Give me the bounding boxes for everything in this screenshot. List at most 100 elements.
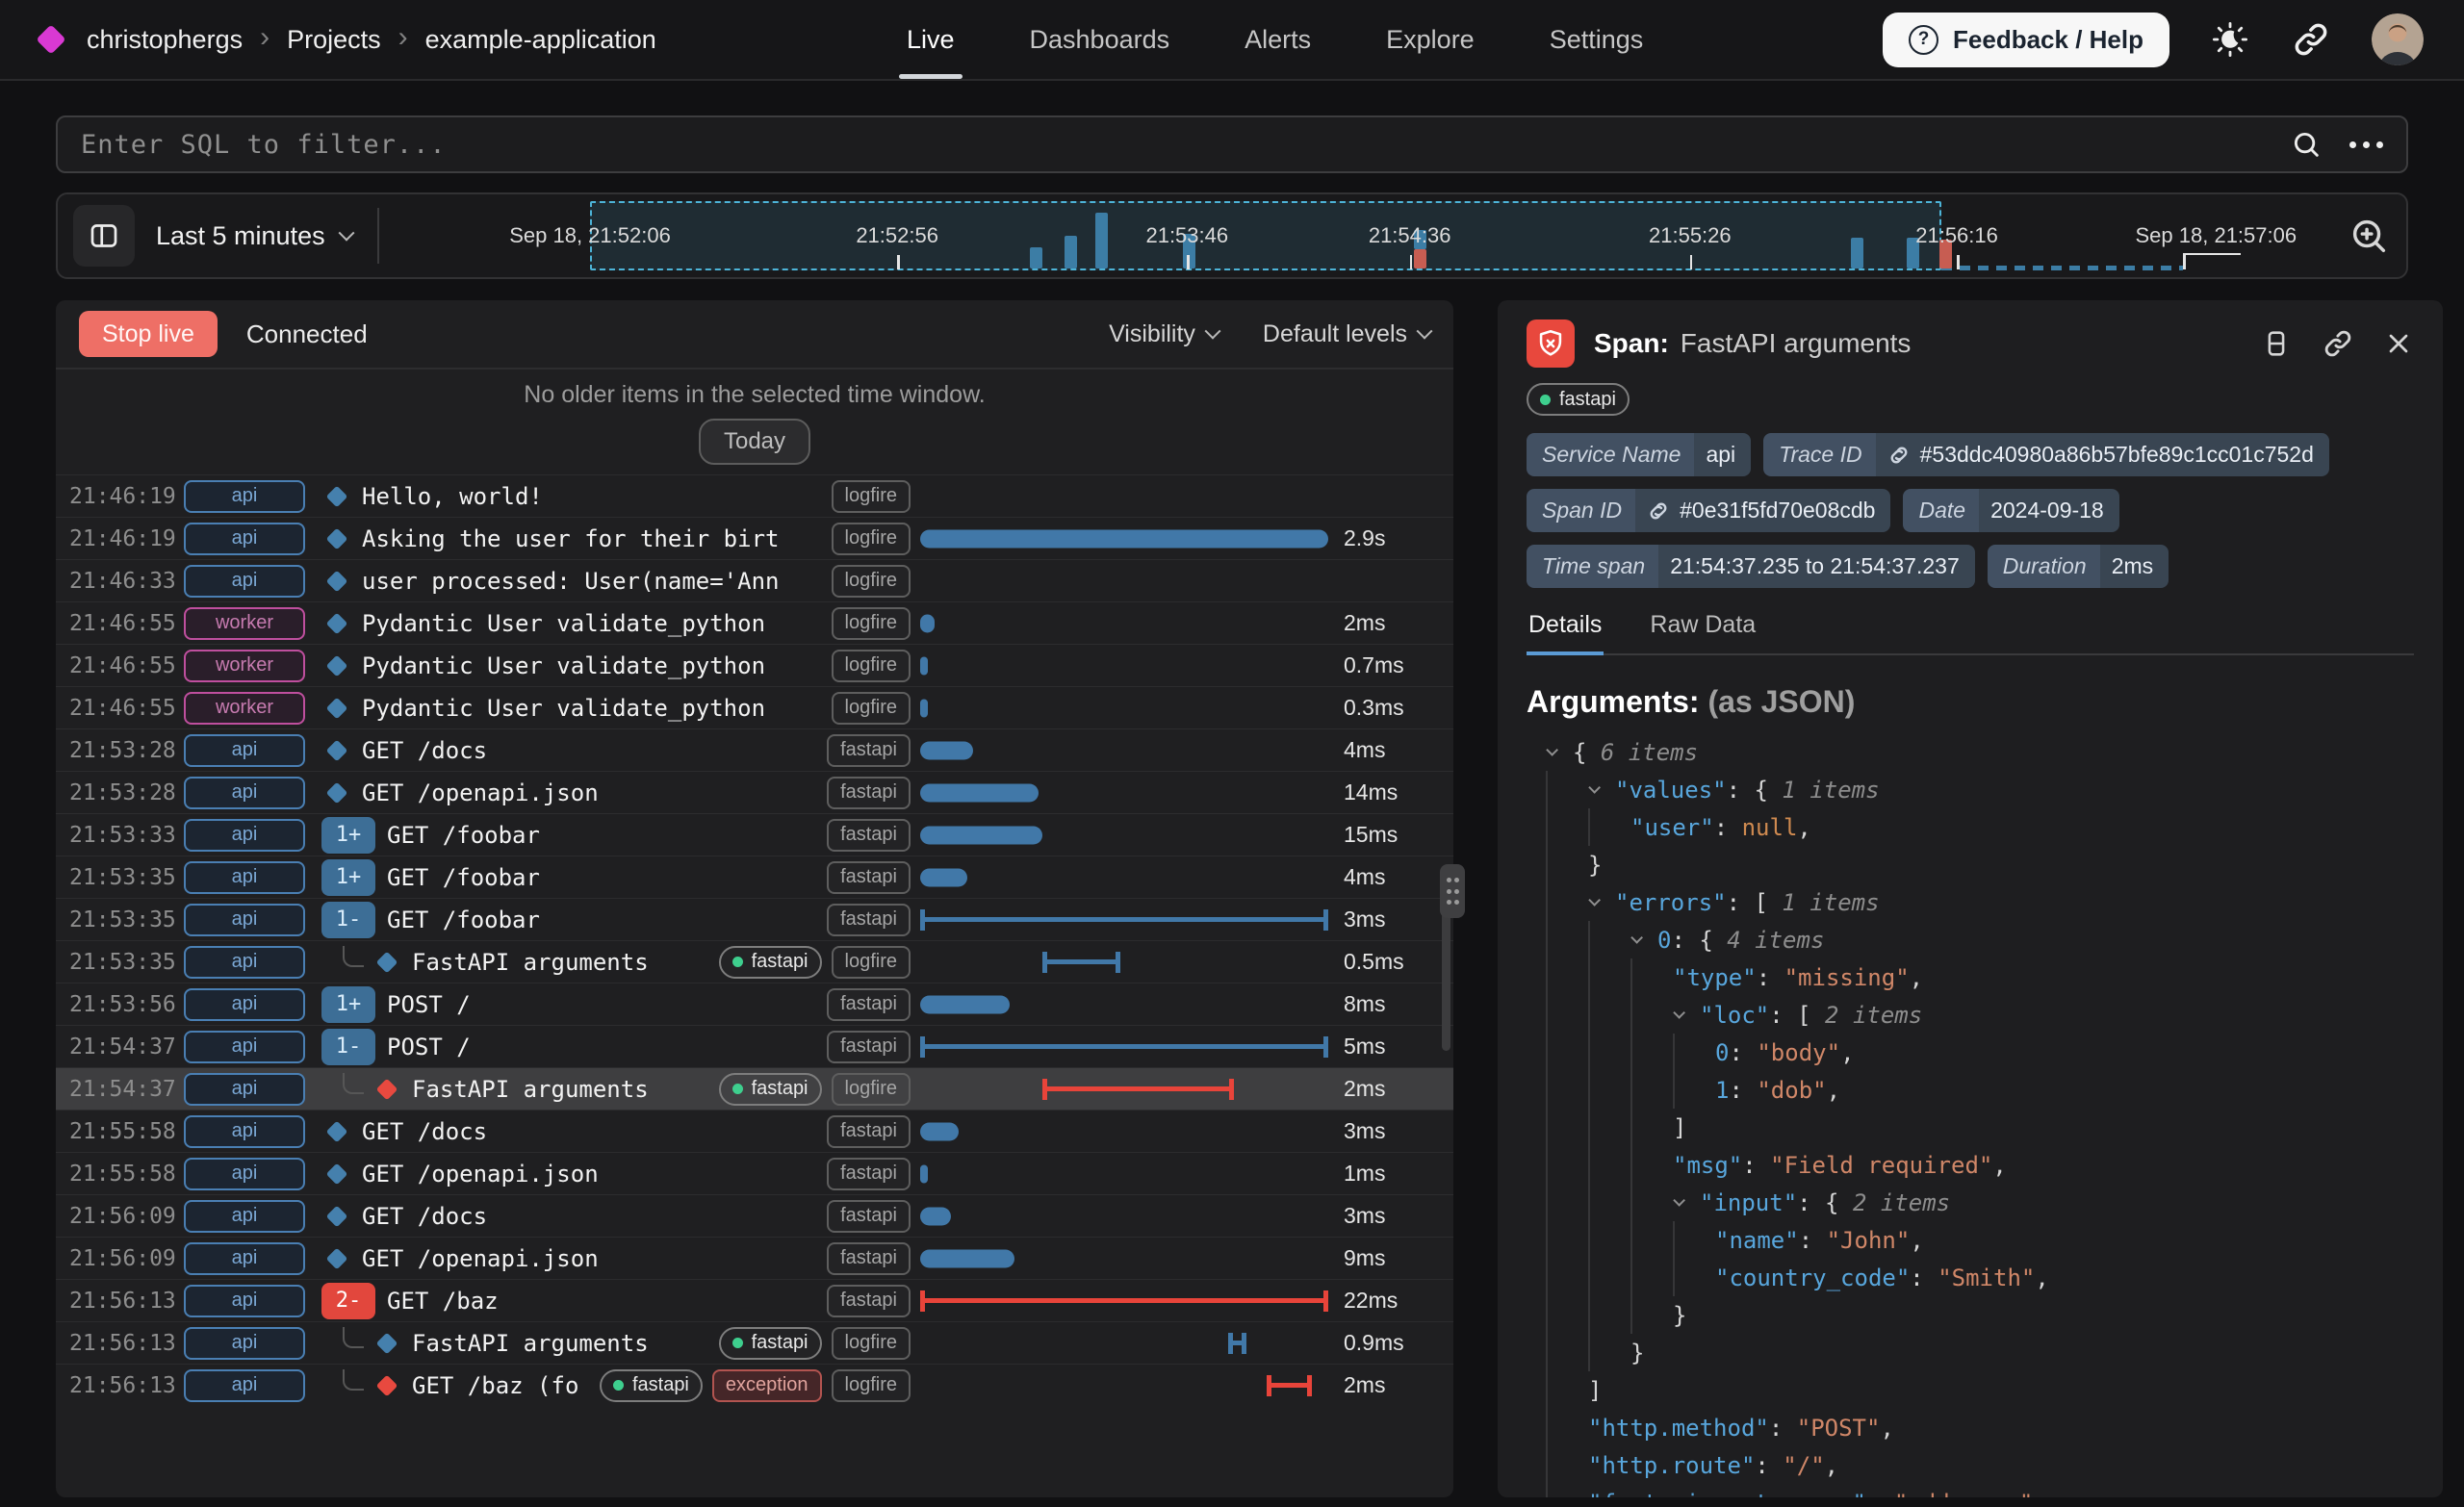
trace-row[interactable]: 21:53:56api1+POST /fastapi8ms	[56, 983, 1453, 1025]
theme-toggle-icon[interactable]	[2210, 19, 2250, 60]
trace-row[interactable]: 21:46:55workerPydantic User validate_pyt…	[56, 601, 1453, 644]
tab-alerts[interactable]: Alerts	[1245, 0, 1311, 79]
trace-row[interactable]: 21:46:55workerPydantic User validate_pyt…	[56, 686, 1453, 728]
json-token: "values"	[1615, 777, 1727, 804]
collapse-chevron-icon[interactable]	[1546, 748, 1573, 756]
time-range-selector[interactable]: Last 5 minutes	[156, 221, 352, 251]
trace-row[interactable]: 21:46:55workerPydantic User validate_pyt…	[56, 644, 1453, 686]
collapse-count-badge[interactable]: 1-	[321, 902, 375, 938]
trace-row[interactable]: 21:53:35api1-GET /foobarfastapi3ms	[56, 898, 1453, 940]
span-diamond-icon	[326, 527, 348, 549]
json-line: "http.method": "POST",	[1527, 1409, 2414, 1446]
collapse-chevron-icon[interactable]	[1630, 935, 1657, 944]
collapse-count-badge[interactable]: 1+	[321, 986, 375, 1023]
green-dot-icon	[732, 1338, 743, 1348]
json-line: }	[1527, 846, 2414, 883]
trace-row[interactable]: 21:56:13apiFastAPI argumentsfastapilogfi…	[56, 1321, 1453, 1364]
meta-pill-duration[interactable]: Duration2ms	[1988, 545, 2169, 588]
trace-row[interactable]: 21:56:13apiGET /baz (fofastapiexceptionl…	[56, 1364, 1453, 1406]
search-icon[interactable]	[2290, 128, 2323, 161]
split-panel-icon[interactable]	[2260, 327, 2293, 360]
default-levels-dropdown[interactable]: Default levels	[1263, 320, 1430, 348]
collapse-chevron-icon[interactable]	[1588, 898, 1615, 907]
trace-row[interactable]: 21:53:28apiGET /openapi.jsonfastapi14ms	[56, 771, 1453, 813]
today-button[interactable]: Today	[699, 419, 810, 465]
tab-explore[interactable]: Explore	[1386, 0, 1475, 79]
link-icon[interactable]	[1647, 499, 1670, 523]
row-duration-label: 2ms	[1328, 1372, 1453, 1398]
trace-row[interactable]: 21:53:28apiGET /docsfastapi4ms	[56, 728, 1453, 771]
row-body: GET /docsfastapi	[318, 1115, 920, 1148]
json-token: :	[1910, 1264, 1938, 1291]
tab-settings[interactable]: Settings	[1550, 0, 1644, 79]
user-avatar[interactable]	[2372, 13, 2424, 65]
copy-link-icon[interactable]	[2322, 327, 2354, 360]
row-duration-bar-zone	[920, 1322, 1328, 1364]
visibility-dropdown[interactable]: Visibility	[1109, 320, 1219, 348]
meta-pill-time-span[interactable]: Time span21:54:37.235 to 21:54:37.237	[1527, 545, 1975, 588]
meta-pill-trace-id[interactable]: Trace ID#53ddc40980a86b57bfe89c1cc01c752…	[1763, 433, 2329, 476]
collapse-count-badge[interactable]: 1+	[321, 859, 375, 896]
span-diamond-icon	[326, 781, 348, 804]
json-line: { 6 items	[1527, 733, 2414, 771]
trace-row[interactable]: 21:46:19apiAsking the user for their bir…	[56, 517, 1453, 559]
json-token: : {	[1797, 1189, 1853, 1216]
meta-pill-date[interactable]: Date2024-09-18	[1903, 489, 2118, 532]
trace-row[interactable]: 21:46:33apiuser processed: User(name='An…	[56, 559, 1453, 601]
tab-details[interactable]: Details	[1527, 611, 1604, 653]
more-options-icon[interactable]	[2349, 141, 2383, 148]
tab-raw-data[interactable]: Raw Data	[1648, 611, 1758, 653]
collapse-count-badge[interactable]: 1+	[321, 817, 375, 854]
trace-row[interactable]: 21:56:09apiGET /docsfastapi3ms	[56, 1194, 1453, 1237]
breadcrumb-item-example-application[interactable]: example-application	[425, 25, 656, 55]
trace-row[interactable]: 21:55:58apiGET /docsfastapi3ms	[56, 1110, 1453, 1152]
trace-row[interactable]: 21:54:37api1-POST /fastapi5ms	[56, 1025, 1453, 1067]
trace-row[interactable]: 21:54:37apiFastAPI argumentsfastapilogfi…	[56, 1067, 1453, 1110]
tab-live[interactable]: Live	[907, 0, 955, 79]
scope-badge-logfire: logfire	[832, 523, 911, 555]
stop-live-button[interactable]: Stop live	[79, 311, 218, 357]
json-token: "user"	[1630, 814, 1714, 841]
json-indent-guide	[1546, 958, 1588, 996]
sql-filter-input[interactable]: Enter SQL to filter...	[56, 115, 2408, 173]
collapse-chevron-icon[interactable]	[1588, 785, 1615, 794]
meta-pill-span-id[interactable]: Span ID#0e31f5fd70e08cdb	[1527, 489, 1890, 532]
share-link-icon[interactable]	[2291, 19, 2331, 60]
scope-badge-fastapi: fastapi	[827, 734, 911, 767]
timeline-selection[interactable]	[590, 201, 1941, 270]
zoom-in-icon[interactable]	[2347, 214, 2391, 258]
collapse-count-badge[interactable]: 2-	[321, 1283, 375, 1319]
link-icon[interactable]	[1887, 444, 1911, 467]
span-detail-header: Span: FastAPI arguments	[1527, 319, 2414, 368]
trace-row[interactable]: 21:55:58apiGET /openapi.jsonfastapi1ms	[56, 1152, 1453, 1194]
breadcrumb-item-christophergs[interactable]: christophergs	[87, 25, 243, 55]
feedback-help-button[interactable]: ? Feedback / Help	[1883, 13, 2169, 67]
span-diamond-icon	[326, 1120, 348, 1142]
meta-pill-service-name[interactable]: Service Nameapi	[1527, 433, 1751, 476]
collapse-chevron-icon[interactable]	[1673, 1198, 1700, 1207]
top-bar: christophergs›Projects›example-applicati…	[0, 0, 2464, 81]
breadcrumb-item-Projects[interactable]: Projects	[287, 25, 381, 55]
sidebar-toggle-button[interactable]	[73, 205, 135, 267]
trace-row[interactable]: 21:56:09apiGET /openapi.jsonfastapi9ms	[56, 1237, 1453, 1279]
json-token: }	[1673, 1302, 1686, 1329]
trace-row[interactable]: 21:53:33api1+GET /foobarfastapi15ms	[56, 813, 1453, 856]
duration-bar	[920, 1164, 928, 1183]
logfire-logo-icon[interactable]	[36, 24, 65, 54]
default-levels-label: Default levels	[1263, 320, 1407, 348]
chevron-down-icon	[1204, 323, 1220, 340]
collapse-count-badge[interactable]: 1-	[321, 1029, 375, 1065]
json-token: "name"	[1715, 1227, 1799, 1254]
trace-row[interactable]: 21:53:35api1+GET /foobarfastapi4ms	[56, 856, 1453, 898]
trace-row[interactable]: 21:53:35apiFastAPI argumentsfastapilogfi…	[56, 940, 1453, 983]
meta-pill-label: Span ID	[1527, 489, 1635, 532]
trace-row[interactable]: 21:56:13api2-GET /bazfastapi22ms	[56, 1279, 1453, 1321]
tag-badge-api: api	[184, 1200, 305, 1233]
panel-resize-handle[interactable]	[1440, 864, 1465, 918]
row-message: FastAPI arguments	[412, 1076, 711, 1103]
timeline-histogram[interactable]: Sep 18, 21:52:0621:52:5621:53:4621:54:36…	[402, 194, 2322, 277]
trace-row[interactable]: 21:46:19apiHello, world!logfire	[56, 474, 1453, 517]
tab-dashboards[interactable]: Dashboards	[1030, 0, 1170, 79]
collapse-chevron-icon[interactable]	[1673, 1010, 1700, 1019]
close-icon[interactable]	[2383, 328, 2414, 359]
